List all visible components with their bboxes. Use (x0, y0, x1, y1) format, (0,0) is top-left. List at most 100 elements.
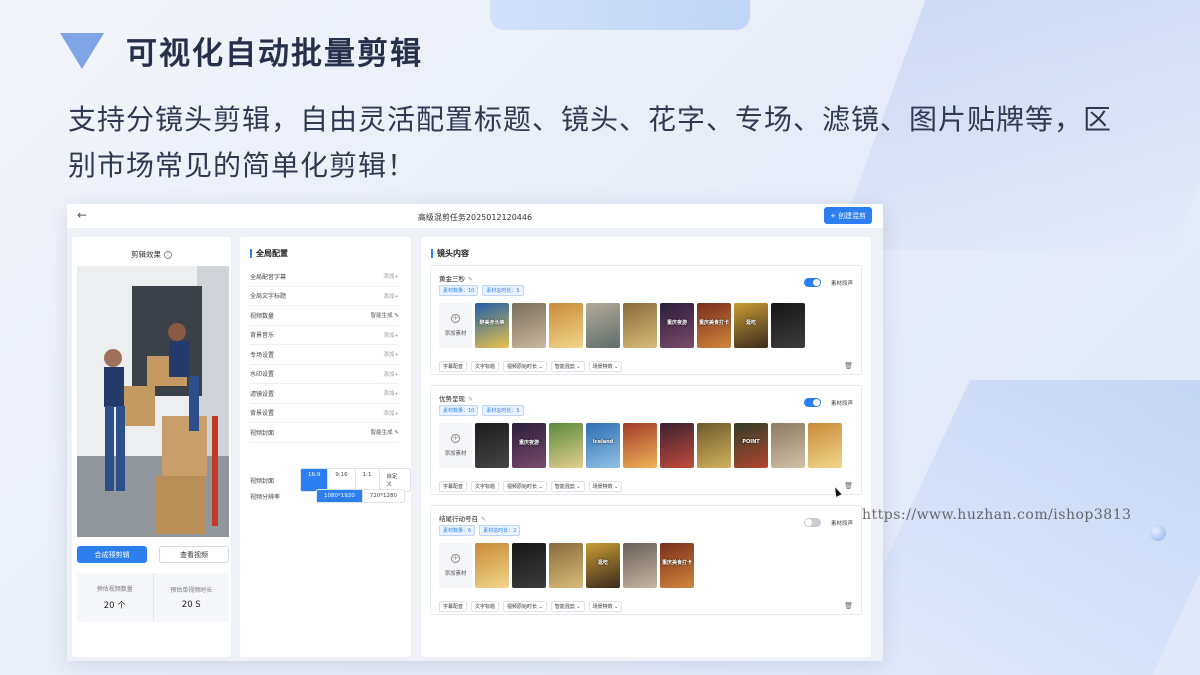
shot-option-chip[interactable]: 字幕配音 (439, 481, 468, 492)
original-sound-toggle[interactable] (804, 518, 821, 527)
material-thumbnail[interactable] (549, 423, 583, 468)
config-row-label: 全局配音字幕 (250, 273, 287, 281)
view-video-button[interactable]: 查看视频 (159, 546, 229, 563)
trash-icon[interactable]: 🗑 (844, 482, 853, 490)
decorative-ball (1150, 525, 1166, 541)
video-preview[interactable] (77, 266, 229, 537)
original-sound-label: 素材原声 (830, 401, 853, 407)
stat-label: 预估视频数量 (96, 586, 133, 593)
stat-video-count: 预估视频数量 20 个 (77, 573, 153, 622)
material-thumbnail[interactable]: Iceland (586, 423, 620, 468)
shot-tag: 素材数量：10 (439, 285, 479, 296)
material-thumbnail[interactable] (623, 543, 657, 588)
material-thumbnail[interactable] (549, 303, 583, 348)
decorative-panel-bottom (830, 380, 1200, 675)
shot-media-strip: + 添加素材 重庆夜游 Iceland POINT (439, 423, 842, 468)
config-row-action[interactable]: 添加+ (383, 350, 399, 358)
ratio-option[interactable]: 16:9 (300, 469, 328, 491)
global-config-title: 全局配置 (250, 248, 288, 259)
shot-option-chip[interactable]: 视频原始时长 ⌄ (503, 481, 547, 492)
material-thumbnail[interactable] (771, 423, 805, 468)
shot-option-chip[interactable]: 场景特效 ⌄ (588, 361, 623, 372)
shot-tags: 素材数量：6 素材总时长：2 (439, 525, 521, 536)
material-thumbnail[interactable]: 重庆美食打卡 (697, 303, 731, 348)
thumbnail-caption: 重庆夜游 (518, 440, 539, 446)
material-thumbnail[interactable] (771, 303, 805, 348)
material-thumbnail[interactable] (623, 423, 657, 468)
config-row-label: 滤镜设置 (250, 390, 275, 398)
ratio-option[interactable]: 9:16 (327, 469, 355, 491)
material-thumbnail[interactable] (549, 543, 583, 588)
config-row-action[interactable]: 添加+ (383, 389, 399, 397)
original-sound-toggle[interactable] (804, 278, 821, 287)
shot-option-chip[interactable]: 智能混剪 ⌄ (550, 361, 585, 372)
original-sound-toggle[interactable] (804, 398, 821, 407)
create-mix-button[interactable]: + 创建混剪 (824, 207, 872, 224)
task-title: 高级混剪任务2025012120446 (417, 213, 533, 222)
material-thumbnail[interactable]: POINT (734, 423, 768, 468)
material-thumbnail[interactable]: 醉美赤长峡 (475, 303, 509, 348)
shot-option-chip[interactable]: 文字标题 (471, 601, 500, 612)
config-row-action[interactable]: 添加+ (383, 370, 399, 378)
plus-circle-icon: + (451, 554, 460, 563)
resolution-option[interactable]: 720*1280 (361, 490, 404, 502)
material-thumbnail[interactable]: 逛吃 (734, 303, 768, 348)
thumbnail-caption: 重庆美食打卡 (662, 560, 693, 566)
edit-pencil-icon[interactable]: ✎ (481, 516, 486, 523)
trash-icon[interactable]: 🗑 (844, 362, 853, 370)
shot-name-text: 结尾行动号召 (439, 515, 478, 523)
material-thumbnail[interactable] (623, 303, 657, 348)
add-material-button[interactable]: + 添加素材 (439, 303, 472, 348)
compose-preview-button[interactable]: 合成预剪辑 (77, 546, 147, 563)
shot-option-chips: 字幕配音 文字标题 视频原始时长 ⌄ 智能混剪 ⌄ 场景特效 ⌄ (439, 481, 623, 492)
material-thumbnail[interactable]: 逛吃 (586, 543, 620, 588)
original-sound-label: 素材原声 (830, 521, 853, 527)
config-row-action[interactable]: 智能生成 ✎ (371, 311, 399, 319)
config-row-action[interactable]: 添加+ (383, 409, 399, 417)
material-thumbnail[interactable]: 重庆美食打卡 (660, 543, 694, 588)
shot-content-panel: 镜头内容 删除 黄金三秒✎素材数量：10素材总时长：5素材原声+添加素材醉美赤长… (421, 237, 871, 657)
ratio-option[interactable]: 自定义 (378, 469, 410, 491)
material-thumbnail[interactable] (512, 543, 546, 588)
shot-option-chip[interactable]: 智能混剪 ⌄ (550, 481, 585, 492)
thumbnail-caption: 重庆美食打卡 (699, 320, 730, 326)
shot-option-chip[interactable]: 文字标题 (471, 481, 500, 492)
material-thumbnail[interactable] (697, 423, 731, 468)
material-thumbnail[interactable] (808, 423, 842, 468)
slide-subtitle: 支持分镜头剪辑，自由灵活配置标题、镜头、花字、专场、滤镜、图片贴牌等，区别市场常… (68, 103, 1113, 182)
add-material-button[interactable]: + 添加素材 (439, 543, 472, 588)
material-thumbnail[interactable] (475, 543, 509, 588)
edit-pencil-icon[interactable]: ✎ (468, 276, 473, 283)
shot-option-chip[interactable]: 场景特效 ⌄ (588, 481, 623, 492)
material-thumbnail[interactable]: 重庆夜游 (512, 423, 546, 468)
shot-option-chip[interactable]: 字幕配音 (439, 361, 468, 372)
shot-option-chip[interactable]: 视频原始时长 ⌄ (503, 601, 547, 612)
material-thumbnail[interactable] (586, 303, 620, 348)
config-row-action[interactable]: 添加+ (383, 331, 399, 339)
thumbnail-caption: 醉美赤长峡 (479, 320, 505, 326)
config-row-action[interactable]: 智能生成 ✎ (371, 428, 399, 436)
shot-card: 优势呈现 ✎ 素材数量：10 素材总时长：5 素材原声 + 添加素材 重庆夜游 Iceland P… (430, 385, 862, 495)
edit-pencil-icon[interactable]: ✎ (468, 396, 473, 403)
triangle-icon (60, 32, 104, 69)
material-thumbnail[interactable] (512, 303, 546, 348)
shot-option-chip[interactable]: 智能混剪 ⌄ (550, 601, 585, 612)
resolution-segmented-control: 1080*1920 720*1280 (316, 489, 405, 503)
shot-option-chip[interactable]: 文字标题 (471, 361, 500, 372)
trash-icon[interactable]: 🗑 (844, 602, 853, 610)
ratio-option[interactable]: 1:1 (354, 469, 379, 491)
add-material-button[interactable]: + 添加素材 (439, 423, 472, 468)
material-thumbnail[interactable] (660, 423, 694, 468)
preview-panel: 剪辑效果 i 合成预剪辑 查看视频 预估视频数量 20 个 预估单视频时长 20… (72, 237, 231, 657)
shot-media-strip: + 添加素材 逛吃 重庆美食打卡 (439, 543, 694, 588)
config-row-action[interactable]: 添加+ (383, 272, 399, 280)
material-thumbnail[interactable]: 重庆夜游 (660, 303, 694, 348)
info-icon[interactable]: i (164, 251, 172, 259)
shot-option-chip[interactable]: 场景特效 ⌄ (588, 601, 623, 612)
shot-option-chip[interactable]: 视频原始时长 ⌄ (503, 361, 547, 372)
material-thumbnail[interactable] (475, 423, 509, 468)
config-row-action[interactable]: 添加+ (383, 292, 399, 300)
shot-option-chip[interactable]: 字幕配音 (439, 601, 468, 612)
resolution-option[interactable]: 1080*1920 (317, 490, 362, 502)
shot-tag: 素材数量：10 (439, 405, 479, 416)
